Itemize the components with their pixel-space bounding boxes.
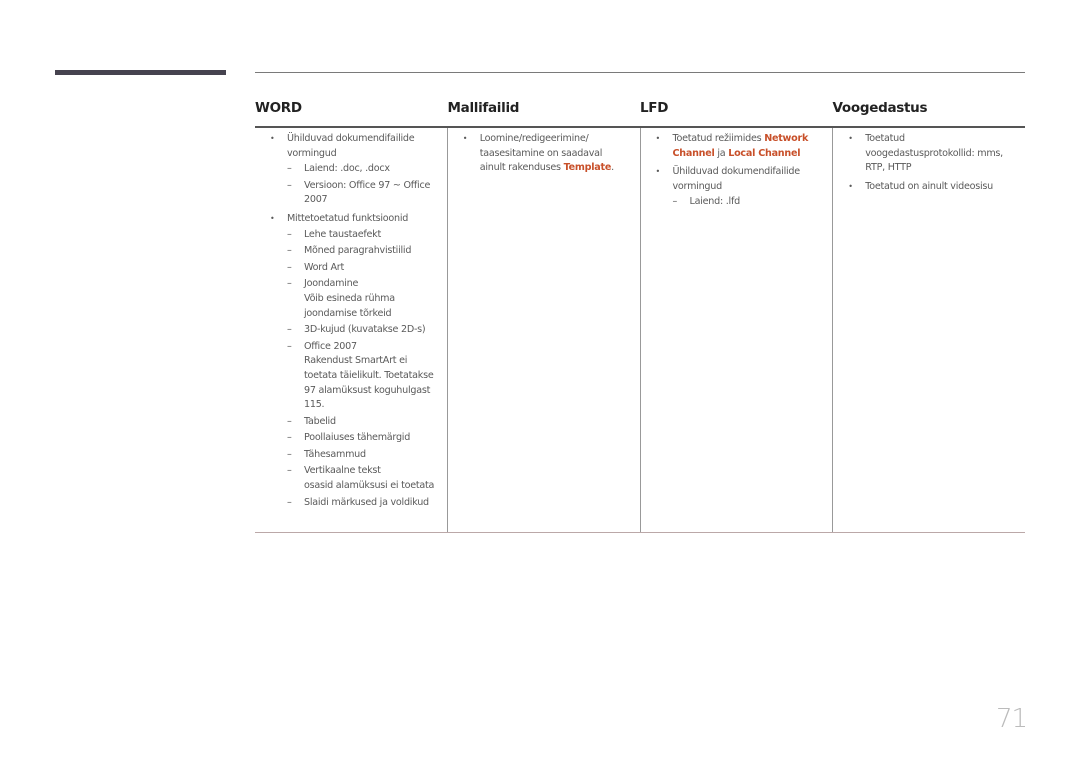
list-subitem: Vertikaalne tekstosasid alamüksusi ei to… bbox=[287, 464, 437, 493]
subitem-note: osasid alamüksusi ei toetata bbox=[304, 480, 435, 492]
table-body-row: Ühilduvad dokumendifailide vormingud Lai… bbox=[255, 128, 1025, 533]
header-lfd: LFD bbox=[640, 100, 669, 116]
highlight-term: Template bbox=[563, 162, 612, 174]
list-subitem: JoondamineVõib esineda rühma joondamise … bbox=[287, 277, 437, 321]
list-subitem: Laiend: .lfd bbox=[673, 195, 823, 210]
subitem-note: Võib esineda rühma joondamise tõrkeid bbox=[304, 292, 395, 319]
list-item: Toetatud voogedastusprotokollid: mms, RT… bbox=[845, 132, 1015, 176]
list-subitem: Office 2007Rakendust SmartArt ei toetata… bbox=[287, 340, 437, 413]
list-subitem: Tähesammud bbox=[287, 448, 437, 463]
cell-word: Ühilduvad dokumendifailide vormingud Lai… bbox=[255, 128, 447, 532]
list-subitem: Laiend: .doc, .docx bbox=[287, 162, 437, 177]
top-divider bbox=[255, 72, 1025, 73]
list-item: Toetatud režiimides Network Channel ja L… bbox=[653, 132, 823, 161]
header-word: WORD bbox=[255, 100, 302, 116]
list-item: Mittetoetatud funktsioonid Lehe taustaef… bbox=[267, 212, 437, 510]
list-subitem: Slaidi märkused ja voldikud bbox=[287, 496, 437, 511]
cell-lfd: Toetatud režiimides Network Channel ja L… bbox=[639, 128, 833, 532]
list-subitem: Mõned paragrahvistiilid bbox=[287, 244, 437, 259]
list-item: Ühilduvad dokumendifailide vormingud Lai… bbox=[653, 165, 823, 210]
highlight-term: Local Channel bbox=[728, 147, 801, 159]
list-item: Ühilduvad dokumendifailide vormingud Lai… bbox=[267, 132, 437, 208]
list-subitem: Versioon: Office 97 ~ Office 2007 bbox=[287, 179, 437, 208]
subitem-note: Rakendust SmartArt ei toetata täielikult… bbox=[304, 355, 434, 411]
table-header-row: WORD Mallifailid LFD Voogedastus bbox=[255, 95, 1025, 128]
list-subitem: 3D-kujud (kuvatakse 2D-s) bbox=[287, 323, 437, 338]
list-subitem: Lehe taustaefekt bbox=[287, 228, 437, 243]
list-subitem: Word Art bbox=[287, 261, 437, 276]
cell-streaming: Toetatud voogedastusprotokollid: mms, RT… bbox=[832, 128, 1025, 532]
list-subitem: Poollaiuses tähemärgid bbox=[287, 431, 437, 446]
cell-template: Loomine/redigeerimine/ taasesitamine on … bbox=[446, 128, 640, 532]
file-format-table: WORD Mallifailid LFD Voogedastus Ühilduv… bbox=[255, 95, 1025, 533]
header-template: Mallifailid bbox=[447, 100, 520, 116]
header-streaming: Voogedastus bbox=[832, 100, 928, 116]
list-subitem: Tabelid bbox=[287, 415, 437, 430]
page-number: 71 bbox=[996, 704, 1028, 734]
list-item: Toetatud on ainult videosisu bbox=[845, 180, 1015, 195]
section-marker-bar bbox=[55, 70, 226, 75]
list-item: Loomine/redigeerimine/ taasesitamine on … bbox=[460, 132, 630, 176]
